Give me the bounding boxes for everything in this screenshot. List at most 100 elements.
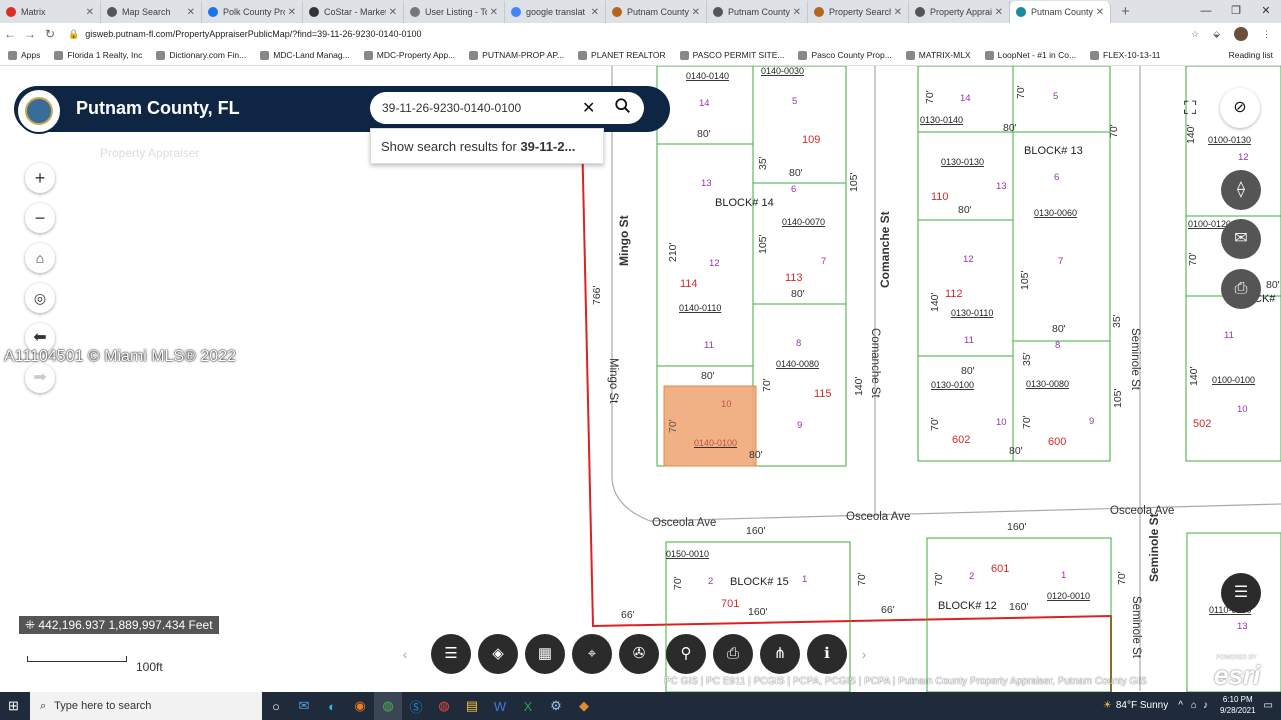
clock[interactable]: 6:10 PM 9/28/2021 [1220,694,1256,716]
map-marker-icon[interactable]: ⚲ [666,634,706,674]
tray-chevron-icon[interactable]: ^ [1178,700,1183,711]
reading-list[interactable]: Reading list [1229,50,1273,60]
clear-search-icon[interactable]: ✕ [582,98,595,118]
forward-arrow-icon[interactable]: → [20,27,40,41]
next-extent-icon[interactable]: ➡ [25,363,55,393]
bookmark-item[interactable]: LoopNet - #1 in Co... [984,50,1076,60]
toolbar-next-icon[interactable]: › [854,646,874,662]
windows-taskbar: ⊞ ⌕ Type here to search ○ ✉ ◐ ◉ ◍ Ⓢ ◍ ▤ … [0,692,1281,720]
network-icon[interactable]: ⌂ [1191,700,1197,711]
tab-favicon-icon [410,7,420,17]
map-view[interactable]: Mingo St Comanche St Seminole St Mingo S… [0,66,1281,692]
tab-6[interactable]: Putnam County ✕ [606,1,707,23]
chrome-profile-icon[interactable]: ◍ [430,692,458,720]
search-icon[interactable] [614,97,632,115]
search-suggestion[interactable]: Show search results for 39-11-2... [370,128,604,164]
firefox-icon[interactable]: ◉ [346,692,374,720]
tab-close-icon[interactable]: ✕ [692,7,700,18]
hide-layers-icon[interactable]: ⊘ [1220,88,1260,128]
print-icon[interactable]: ⎙ [1221,269,1261,309]
tab-close-icon[interactable]: ✕ [389,7,397,18]
new-tab-icon[interactable]: + [1111,1,1140,23]
avatar[interactable] [1234,27,1248,41]
search-input[interactable] [382,99,582,117]
maximize-icon[interactable]: ❐ [1221,0,1251,22]
home-icon[interactable]: ⌂ [25,243,55,273]
reload-icon[interactable]: ↻ [40,27,60,41]
bookmark-item[interactable]: Dictionary.com Fin... [156,50,246,60]
toolbar-prev-icon[interactable]: ‹ [395,646,415,662]
extensions-icon[interactable]: ⬙ [1213,29,1220,40]
windows-start-icon[interactable]: ⊞ [8,698,19,714]
zoom-in-button[interactable]: + [25,163,55,193]
weather-text[interactable]: 84°F Sunny [1116,700,1168,711]
tab-close-icon[interactable]: ✕ [490,7,498,18]
tab-10[interactable]: Putnam County ✕ [1010,1,1111,23]
tab-7[interactable]: Putnam County ✕ [707,1,808,23]
bookmark-item[interactable]: MDC-Land Manag... [260,50,350,60]
excel-icon[interactable]: X [514,692,542,720]
zoom-out-button[interactable]: − [25,203,55,233]
house-number: 115 [814,388,832,400]
bookmark-item[interactable]: PLANET REALTOR [578,50,666,60]
tab-close-icon[interactable]: ✕ [187,7,195,18]
chrome-icon[interactable]: ◍ [374,692,402,720]
basemap-grid-icon[interactable]: ▦ [525,634,565,674]
app-icon[interactable]: ⚙ [542,692,570,720]
share-icon[interactable]: ⋔ [760,634,800,674]
close-window-icon[interactable]: ✕ [1251,0,1281,22]
skype-icon[interactable]: Ⓢ [402,692,430,720]
block-label-14: BLOCK# 14 [715,197,774,209]
tab-5[interactable]: google translat ✕ [505,1,606,23]
location-pin-icon[interactable]: ⌖ [572,634,612,674]
dimension-label: 80' [1003,122,1017,134]
tab-2[interactable]: Polk County Pro ✕ [202,1,303,23]
taskbar-search[interactable]: ⌕ Type here to search [30,692,262,720]
tab-9[interactable]: Property Apprai ✕ [909,1,1010,23]
edge-icon[interactable]: ◐ [318,692,346,720]
tab-1[interactable]: Map Search ✕ [101,1,202,23]
layer-list-icon[interactable]: ☰ [1221,573,1261,613]
back-arrow-icon[interactable]: ← [0,27,20,41]
layers-icon[interactable]: ◈ [478,634,518,674]
fullscreen-icon[interactable]: ⛶ [1170,88,1210,128]
outlook-icon[interactable]: ✉ [290,692,318,720]
tab-close-icon[interactable]: ✕ [288,7,296,18]
menu-dots-icon[interactable]: ⋮ [1262,29,1271,40]
app-icon-2[interactable]: ◆ [570,692,598,720]
measure-icon[interactable]: ⟠ [1221,170,1261,210]
task-view-icon[interactable]: ○ [262,692,290,720]
bookmark-item[interactable]: PUTNAM-PROP AP... [469,50,564,60]
tab-close-icon[interactable]: ✕ [86,7,94,18]
volume-icon[interactable]: ♪ [1203,700,1208,711]
tab-close-icon[interactable]: ✕ [793,7,801,18]
bookmark-favicon-icon [1090,50,1100,60]
locate-icon[interactable]: ◎ [25,283,55,313]
tab-close-icon[interactable]: ✕ [894,7,902,18]
mail-icon[interactable]: ✉ [1221,219,1261,259]
bookmark-item[interactable]: PASCO PERMIT SITE... [679,50,784,60]
star-icon[interactable]: ☆ [1191,29,1199,40]
explorer-icon[interactable]: ▤ [458,692,486,720]
tab-3[interactable]: CoStar - Market ✕ [303,1,404,23]
bookmark-item[interactable]: MDC-Property App... [363,50,455,60]
notifications-icon[interactable]: ▭ [1264,700,1273,711]
minimize-icon[interactable]: — [1191,0,1221,22]
film-reel-icon[interactable]: ✇ [619,634,659,674]
bookmark-item[interactable]: Florida 1 Realty, Inc [54,50,142,60]
tab-close-icon[interactable]: ✕ [591,7,599,18]
word-icon[interactable]: W [486,692,514,720]
tab-8[interactable]: Property Search ✕ [808,1,909,23]
bookmark-item[interactable]: MATRIX-MLX [905,50,971,60]
info-icon[interactable]: ℹ [807,634,847,674]
printer-icon[interactable]: ⎙ [713,634,753,674]
bookmark-item[interactable]: Apps [8,50,40,60]
bookmark-item[interactable]: FLEX-10-13-11 [1090,50,1161,60]
tab-close-icon[interactable]: ✕ [995,7,1003,18]
tab-4[interactable]: User Listing - To ✕ [404,1,505,23]
tab-close-icon[interactable]: ✕ [1096,7,1104,18]
tab-0[interactable]: Matrix ✕ [0,1,101,23]
url-field[interactable]: 🔒 gisweb.putnam-fl.com/PropertyAppraiser… [68,25,1191,43]
list-icon[interactable]: ☰ [431,634,471,674]
bookmark-item[interactable]: Pasco County Prop... [798,50,892,60]
